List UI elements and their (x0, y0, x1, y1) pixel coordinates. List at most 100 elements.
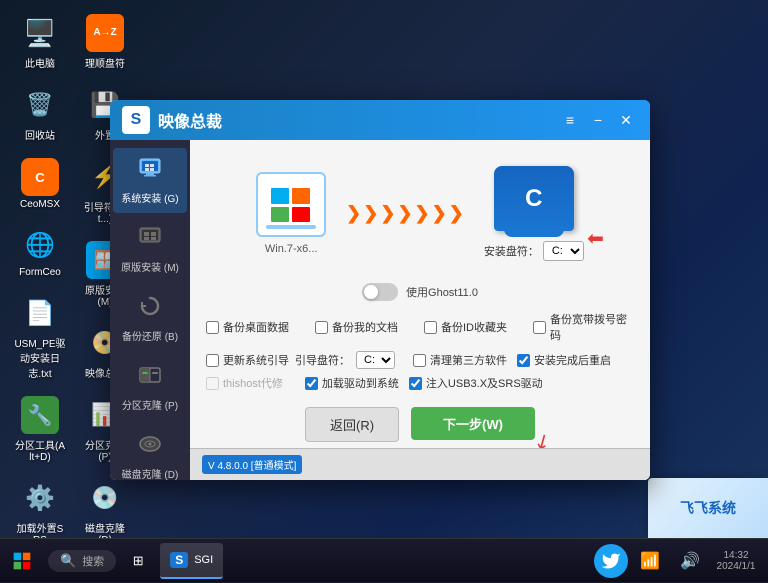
desktop-icon-partition-tool[interactable]: 🔧 分区工具(Alt+D) (10, 392, 70, 467)
minimize-button[interactable]: − (586, 108, 610, 132)
taskbar: 🔍 搜索 ⊞ S SGI 📶 (0, 538, 768, 582)
backup-restore-icon (138, 294, 162, 324)
taskbar-right: 📶 🔊 14:32 2024/1/1 (594, 543, 768, 579)
desktop-icon-computer[interactable]: 🖥️ 此电脑 (10, 10, 70, 74)
arrow-6: ❯ (432, 203, 447, 224)
window-body: 系统安装 (G) 原版安装 (M) (110, 140, 650, 480)
version-badge: V 4.8.0.0 [普通模式] (202, 455, 302, 474)
start-button[interactable] (0, 539, 44, 583)
clock[interactable]: 14:32 2024/1/1 (712, 550, 760, 572)
option-usb3-srs[interactable]: 注入USB3.X及SRS驱动 (409, 375, 543, 391)
sidebar-original-install-label: 原版安装 (M) (121, 259, 179, 274)
checkbox-update-bootloader[interactable] (206, 354, 219, 367)
task-view-button[interactable]: ⊞ (120, 543, 156, 579)
title-bar-logo: S 映像总裁 (122, 106, 558, 134)
drive-letter-display: C (525, 185, 542, 213)
close-button[interactable]: ✕ (614, 108, 638, 132)
app-logo: S (122, 106, 150, 134)
taskbar-sgi-badge: S (170, 552, 188, 568)
watermark: 飞飞系统 (648, 478, 768, 538)
options-row3: thishost代修 加载驱动到系统 注入USB3.X及SRS驱动 (206, 375, 634, 391)
boot-drive-select[interactable]: C: D: (356, 351, 395, 369)
checkbox-backup-broadband[interactable] (533, 321, 546, 334)
install-visual: Win.7-x6... ❯ ❯ ❯ ❯ ❯ ❯ ❯ (206, 156, 634, 271)
option-update-bootloader[interactable]: 更新系统引导 (206, 352, 289, 368)
twitter-icon[interactable] (594, 544, 628, 578)
option-load-drivers-label: 加载驱动到系统 (322, 375, 399, 391)
source-drive-icon (256, 172, 326, 237)
option-backup-broadband-label: 备份宽带拨号密码 (550, 311, 634, 343)
checkbox-clean-software[interactable] (413, 354, 426, 367)
next-button[interactable]: 下一步(W) (411, 407, 535, 440)
option-clean-software-label: 清理第三方软件 (430, 352, 507, 368)
desktop: 🖥️ 此电脑 🗑️ 回收站 C CeoMSX 🌐 FormCeo 📄 USM_P… (0, 0, 768, 582)
title-bar[interactable]: S 映像总裁 ≡ − ✕ (110, 100, 650, 140)
arrow-4: ❯ (397, 203, 412, 224)
option-backup-docs[interactable]: 备份我的文档 (315, 311, 416, 343)
desktop-icon-usm-pe[interactable]: 📄 USM_PE驱动安装日志.txt (10, 290, 70, 384)
arrow-1: ❯ (346, 203, 361, 224)
task-view-icon: ⊞ (133, 553, 144, 569)
option-thishost[interactable]: thishost代修 (206, 375, 283, 391)
checkbox-thishost[interactable] (206, 377, 219, 390)
tray-icon-network[interactable]: 📶 (632, 543, 668, 579)
checkbox-usb3-srs[interactable] (409, 377, 422, 390)
checkbox-load-drivers[interactable] (305, 377, 318, 390)
disk-clone-icon (138, 432, 162, 462)
sidebar-backup-restore-label: 备份还原 (B) (122, 328, 178, 343)
sidebar-item-backup-restore[interactable]: 备份还原 (B) (113, 286, 187, 351)
sidebar-item-original-install[interactable]: 原版安装 (M) (113, 217, 187, 282)
arrow-5: ❯ (415, 203, 430, 224)
option-backup-desktop[interactable]: 备份桌面数据 (206, 311, 307, 343)
option-load-drivers[interactable]: 加载驱动到系统 (305, 375, 399, 391)
tray-icon-sound[interactable]: 🔊 (672, 543, 708, 579)
sound-icon: 🔊 (680, 551, 700, 571)
menu-button[interactable]: ≡ (558, 108, 582, 132)
taskbar-sgi-label: SGI (194, 554, 213, 566)
option-backup-favorites[interactable]: 备份ID收藏夹 (424, 311, 525, 343)
checkbox-backup-docs[interactable] (315, 321, 328, 334)
watermark-text: 飞飞系统 (680, 498, 736, 518)
source-drive: Win.7-x6... (256, 172, 326, 255)
boot-drive-label: 引导盘符： (295, 352, 350, 368)
app-window: S 映像总裁 ≡ − ✕ (110, 100, 650, 480)
desktop-icon-recycle[interactable]: 🗑️ 回收站 (10, 82, 70, 146)
option-clean-software[interactable]: 清理第三方软件 (413, 352, 507, 368)
time-display: 14:32 (712, 550, 760, 561)
arrow-2: ❯ (363, 203, 378, 224)
checkbox-backup-desktop[interactable] (206, 321, 219, 334)
install-arrows: ❯ ❯ ❯ ❯ ❯ ❯ ❯ (346, 203, 464, 224)
taskbar-search[interactable]: 🔍 搜索 (48, 550, 116, 572)
sidebar-partition-clone-label: 分区克隆 (P) (122, 397, 178, 412)
ghost-toggle-switch[interactable] (362, 283, 398, 301)
back-button[interactable]: 返回(R) (305, 407, 399, 442)
taskbar-item-sgi[interactable]: S SGI (160, 543, 223, 579)
option-backup-docs-label: 备份我的文档 (332, 319, 398, 335)
toggle-knob (364, 285, 378, 299)
red-arrow-icon: ⬅ (587, 226, 604, 251)
option-reboot-after[interactable]: 安装完成后重启 (517, 352, 611, 368)
action-buttons: 返回(R) 下一步(W) ↙ (206, 407, 634, 442)
title-bar-controls: ≡ − ✕ (558, 108, 638, 132)
desktop-icon-az[interactable]: A→Z 理顺盘符 (75, 10, 135, 74)
drive-select-row: 安装盘符： C: D: E: (484, 241, 584, 261)
partition-clone-icon (138, 363, 162, 393)
option-backup-favorites-label: 备份ID收藏夹 (441, 319, 507, 335)
main-content-area: Win.7-x6... ❯ ❯ ❯ ❯ ❯ ❯ ❯ (190, 140, 650, 480)
arrow-3: ❯ (380, 203, 395, 224)
sidebar-item-system-install[interactable]: 系统安装 (G) (113, 148, 187, 213)
original-install-icon (138, 225, 162, 255)
desktop-icon-ceomsx[interactable]: C CeoMSX (10, 154, 70, 214)
sidebar-system-install-label: 系统安装 (G) (121, 190, 178, 205)
network-icon: 📶 (640, 551, 660, 571)
checkbox-reboot-after[interactable] (517, 354, 530, 367)
drive-letter-select[interactable]: C: D: E: (543, 241, 584, 261)
desktop-icon-formceo[interactable]: 🌐 FormCeo (10, 222, 70, 282)
sidebar-item-disk-clone[interactable]: 磁盘克隆 (D) (113, 424, 187, 480)
search-placeholder: 搜索 (82, 553, 104, 569)
sidebar-item-partition-clone[interactable]: 分区克隆 (P) (113, 355, 187, 420)
win-bar (266, 225, 316, 229)
install-target-label: 安装盘符： (484, 243, 539, 259)
checkbox-backup-favorites[interactable] (424, 321, 437, 334)
option-backup-broadband[interactable]: 备份宽带拨号密码 (533, 311, 634, 343)
